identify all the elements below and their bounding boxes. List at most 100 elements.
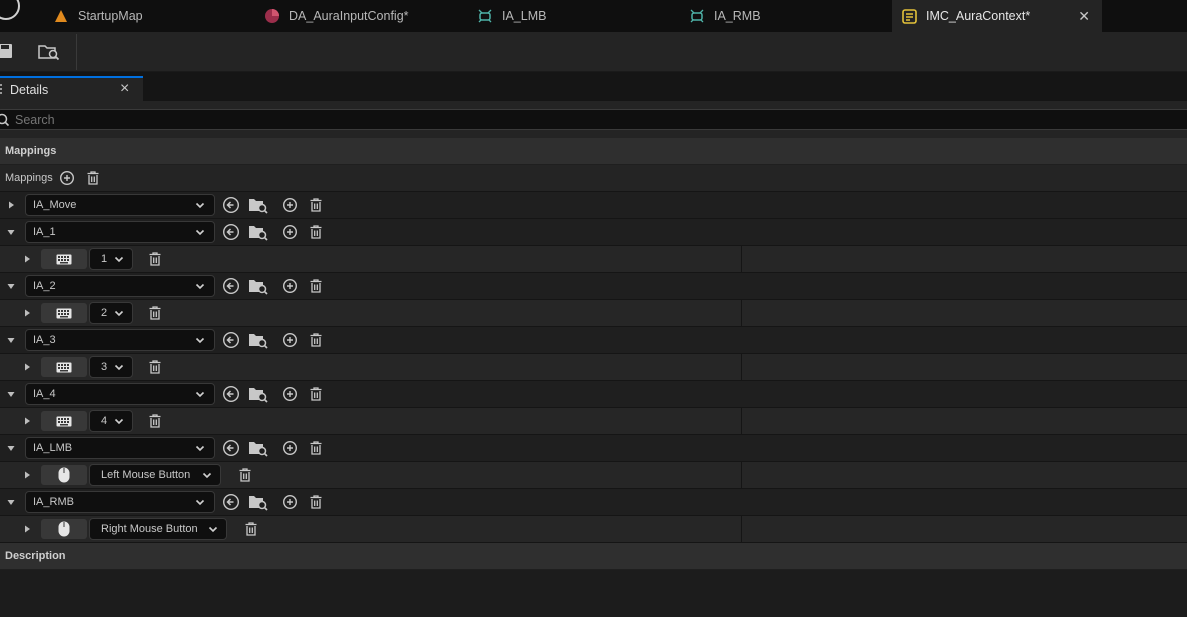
use-selected-asset-button[interactable] xyxy=(221,330,241,350)
collapse-arrow-icon[interactable] xyxy=(6,227,16,237)
collapse-arrow-icon[interactable] xyxy=(6,497,16,507)
expand-arrow-icon[interactable] xyxy=(22,524,32,534)
add-key-button[interactable] xyxy=(280,330,300,350)
delete-key-button[interactable] xyxy=(145,303,165,323)
input-mapping-context-icon xyxy=(900,7,918,25)
input-action-dropdown[interactable]: IA_3 xyxy=(25,329,215,351)
expand-arrow-icon[interactable] xyxy=(22,308,32,318)
input-action-icon xyxy=(476,7,494,25)
key-dropdown[interactable]: Right Mouse Button xyxy=(89,518,227,540)
use-selected-asset-button[interactable] xyxy=(221,384,241,404)
expand-arrow-icon[interactable] xyxy=(22,470,32,480)
chevron-down-icon xyxy=(207,523,219,538)
key-name: Left Mouse Button xyxy=(101,469,191,481)
browse-to-asset-button[interactable] xyxy=(248,438,268,458)
browse-to-asset-button[interactable] xyxy=(248,276,268,296)
keyboard-icon xyxy=(56,362,72,373)
key-selector-button[interactable] xyxy=(41,519,87,539)
category-header-description[interactable]: Description xyxy=(0,543,1187,570)
key-name: Right Mouse Button xyxy=(101,523,198,535)
key-selector-button[interactable] xyxy=(41,465,87,485)
key-dropdown[interactable]: 3 xyxy=(89,356,133,378)
add-key-button[interactable] xyxy=(280,222,300,242)
input-action-dropdown[interactable]: IA_4 xyxy=(25,383,215,405)
use-selected-asset-button[interactable] xyxy=(221,222,241,242)
add-key-button[interactable] xyxy=(280,276,300,296)
browse-to-asset-button[interactable] xyxy=(248,492,268,512)
collapse-arrow-icon[interactable] xyxy=(6,389,16,399)
chevron-down-icon xyxy=(194,199,206,214)
tab-label: IA_RMB xyxy=(714,9,761,23)
add-key-button[interactable] xyxy=(280,384,300,404)
close-icon[interactable]: ✕ xyxy=(1078,8,1090,24)
column-divider xyxy=(741,516,742,542)
key-selector-button[interactable] xyxy=(41,411,87,431)
browse-to-asset-button[interactable] xyxy=(248,384,268,404)
input-action-dropdown[interactable]: IA_LMB xyxy=(25,437,215,459)
add-key-button[interactable] xyxy=(280,492,300,512)
delete-key-button[interactable] xyxy=(145,249,165,269)
key-dropdown[interactable]: 4 xyxy=(89,410,133,432)
expand-arrow-icon[interactable] xyxy=(22,416,32,426)
key-selector-button[interactable] xyxy=(41,357,87,377)
expand-arrow-icon[interactable] xyxy=(22,254,32,264)
delete-mapping-button[interactable] xyxy=(306,195,326,215)
collapse-arrow-icon[interactable] xyxy=(6,281,16,291)
input-action-dropdown[interactable]: IA_RMB xyxy=(25,491,215,513)
tab-details[interactable]: Details × xyxy=(0,76,143,101)
key-dropdown[interactable]: 2 xyxy=(89,302,133,324)
delete-mapping-button[interactable] xyxy=(306,492,326,512)
unreal-logo-icon[interactable] xyxy=(0,0,20,20)
save-button[interactable] xyxy=(0,42,14,60)
tab-startupmap[interactable]: StartupMap xyxy=(46,0,246,32)
add-mapping-button[interactable] xyxy=(57,168,77,188)
category-header-mappings[interactable]: Mappings xyxy=(0,138,1187,165)
use-selected-asset-button[interactable] xyxy=(221,276,241,296)
add-key-button[interactable] xyxy=(280,195,300,215)
use-selected-asset-button[interactable] xyxy=(221,492,241,512)
browse-to-asset-button[interactable] xyxy=(248,330,268,350)
column-divider xyxy=(741,300,742,326)
input-action-dropdown[interactable]: IA_Move xyxy=(25,194,215,216)
use-selected-asset-button[interactable] xyxy=(221,195,241,215)
close-icon[interactable]: × xyxy=(120,80,129,98)
keyboard-icon xyxy=(56,416,72,427)
tab-ia-rmb[interactable]: IA_RMB xyxy=(682,0,882,32)
browse-to-asset-button[interactable] xyxy=(248,195,268,215)
mappings-array-row: Mappings xyxy=(0,165,1187,192)
input-action-dropdown[interactable]: IA_1 xyxy=(25,221,215,243)
clear-mappings-button[interactable] xyxy=(83,168,103,188)
delete-key-button[interactable] xyxy=(235,465,255,485)
delete-key-button[interactable] xyxy=(241,519,261,539)
key-selector-button[interactable] xyxy=(41,249,87,269)
input-action-dropdown[interactable]: IA_2 xyxy=(25,275,215,297)
key-mapping-row: 3 xyxy=(0,354,1187,381)
search-input[interactable] xyxy=(15,112,915,127)
browse-to-asset-button[interactable] xyxy=(248,222,268,242)
mouse-icon xyxy=(58,467,70,483)
tab-ia-lmb[interactable]: IA_LMB xyxy=(470,0,670,32)
collapse-arrow-icon[interactable] xyxy=(6,335,16,345)
delete-mapping-button[interactable] xyxy=(306,330,326,350)
tab-label: DA_AuraInputConfig* xyxy=(289,9,409,23)
browse-asset-button[interactable] xyxy=(38,42,60,62)
delete-mapping-button[interactable] xyxy=(306,438,326,458)
delete-key-button[interactable] xyxy=(145,411,165,431)
delete-mapping-button[interactable] xyxy=(306,384,326,404)
delete-mapping-button[interactable] xyxy=(306,222,326,242)
chevron-down-icon xyxy=(194,496,206,511)
delete-mapping-button[interactable] xyxy=(306,276,326,296)
tab-imc-auracontext[interactable]: IMC_AuraContext* ✕ xyxy=(892,0,1102,32)
expand-arrow-icon[interactable] xyxy=(22,362,32,372)
key-dropdown[interactable]: Left Mouse Button xyxy=(89,464,221,486)
collapse-arrow-icon[interactable] xyxy=(6,443,16,453)
input-action-name: IA_3 xyxy=(33,334,56,346)
delete-key-button[interactable] xyxy=(145,357,165,377)
key-dropdown[interactable]: 1 xyxy=(89,248,133,270)
expand-arrow-icon[interactable] xyxy=(6,200,16,210)
use-selected-asset-button[interactable] xyxy=(221,438,241,458)
tab-da-aurainputconfig[interactable]: DA_AuraInputConfig* xyxy=(257,0,457,32)
details-tab-label: Details xyxy=(10,82,49,97)
key-selector-button[interactable] xyxy=(41,303,87,323)
add-key-button[interactable] xyxy=(280,438,300,458)
